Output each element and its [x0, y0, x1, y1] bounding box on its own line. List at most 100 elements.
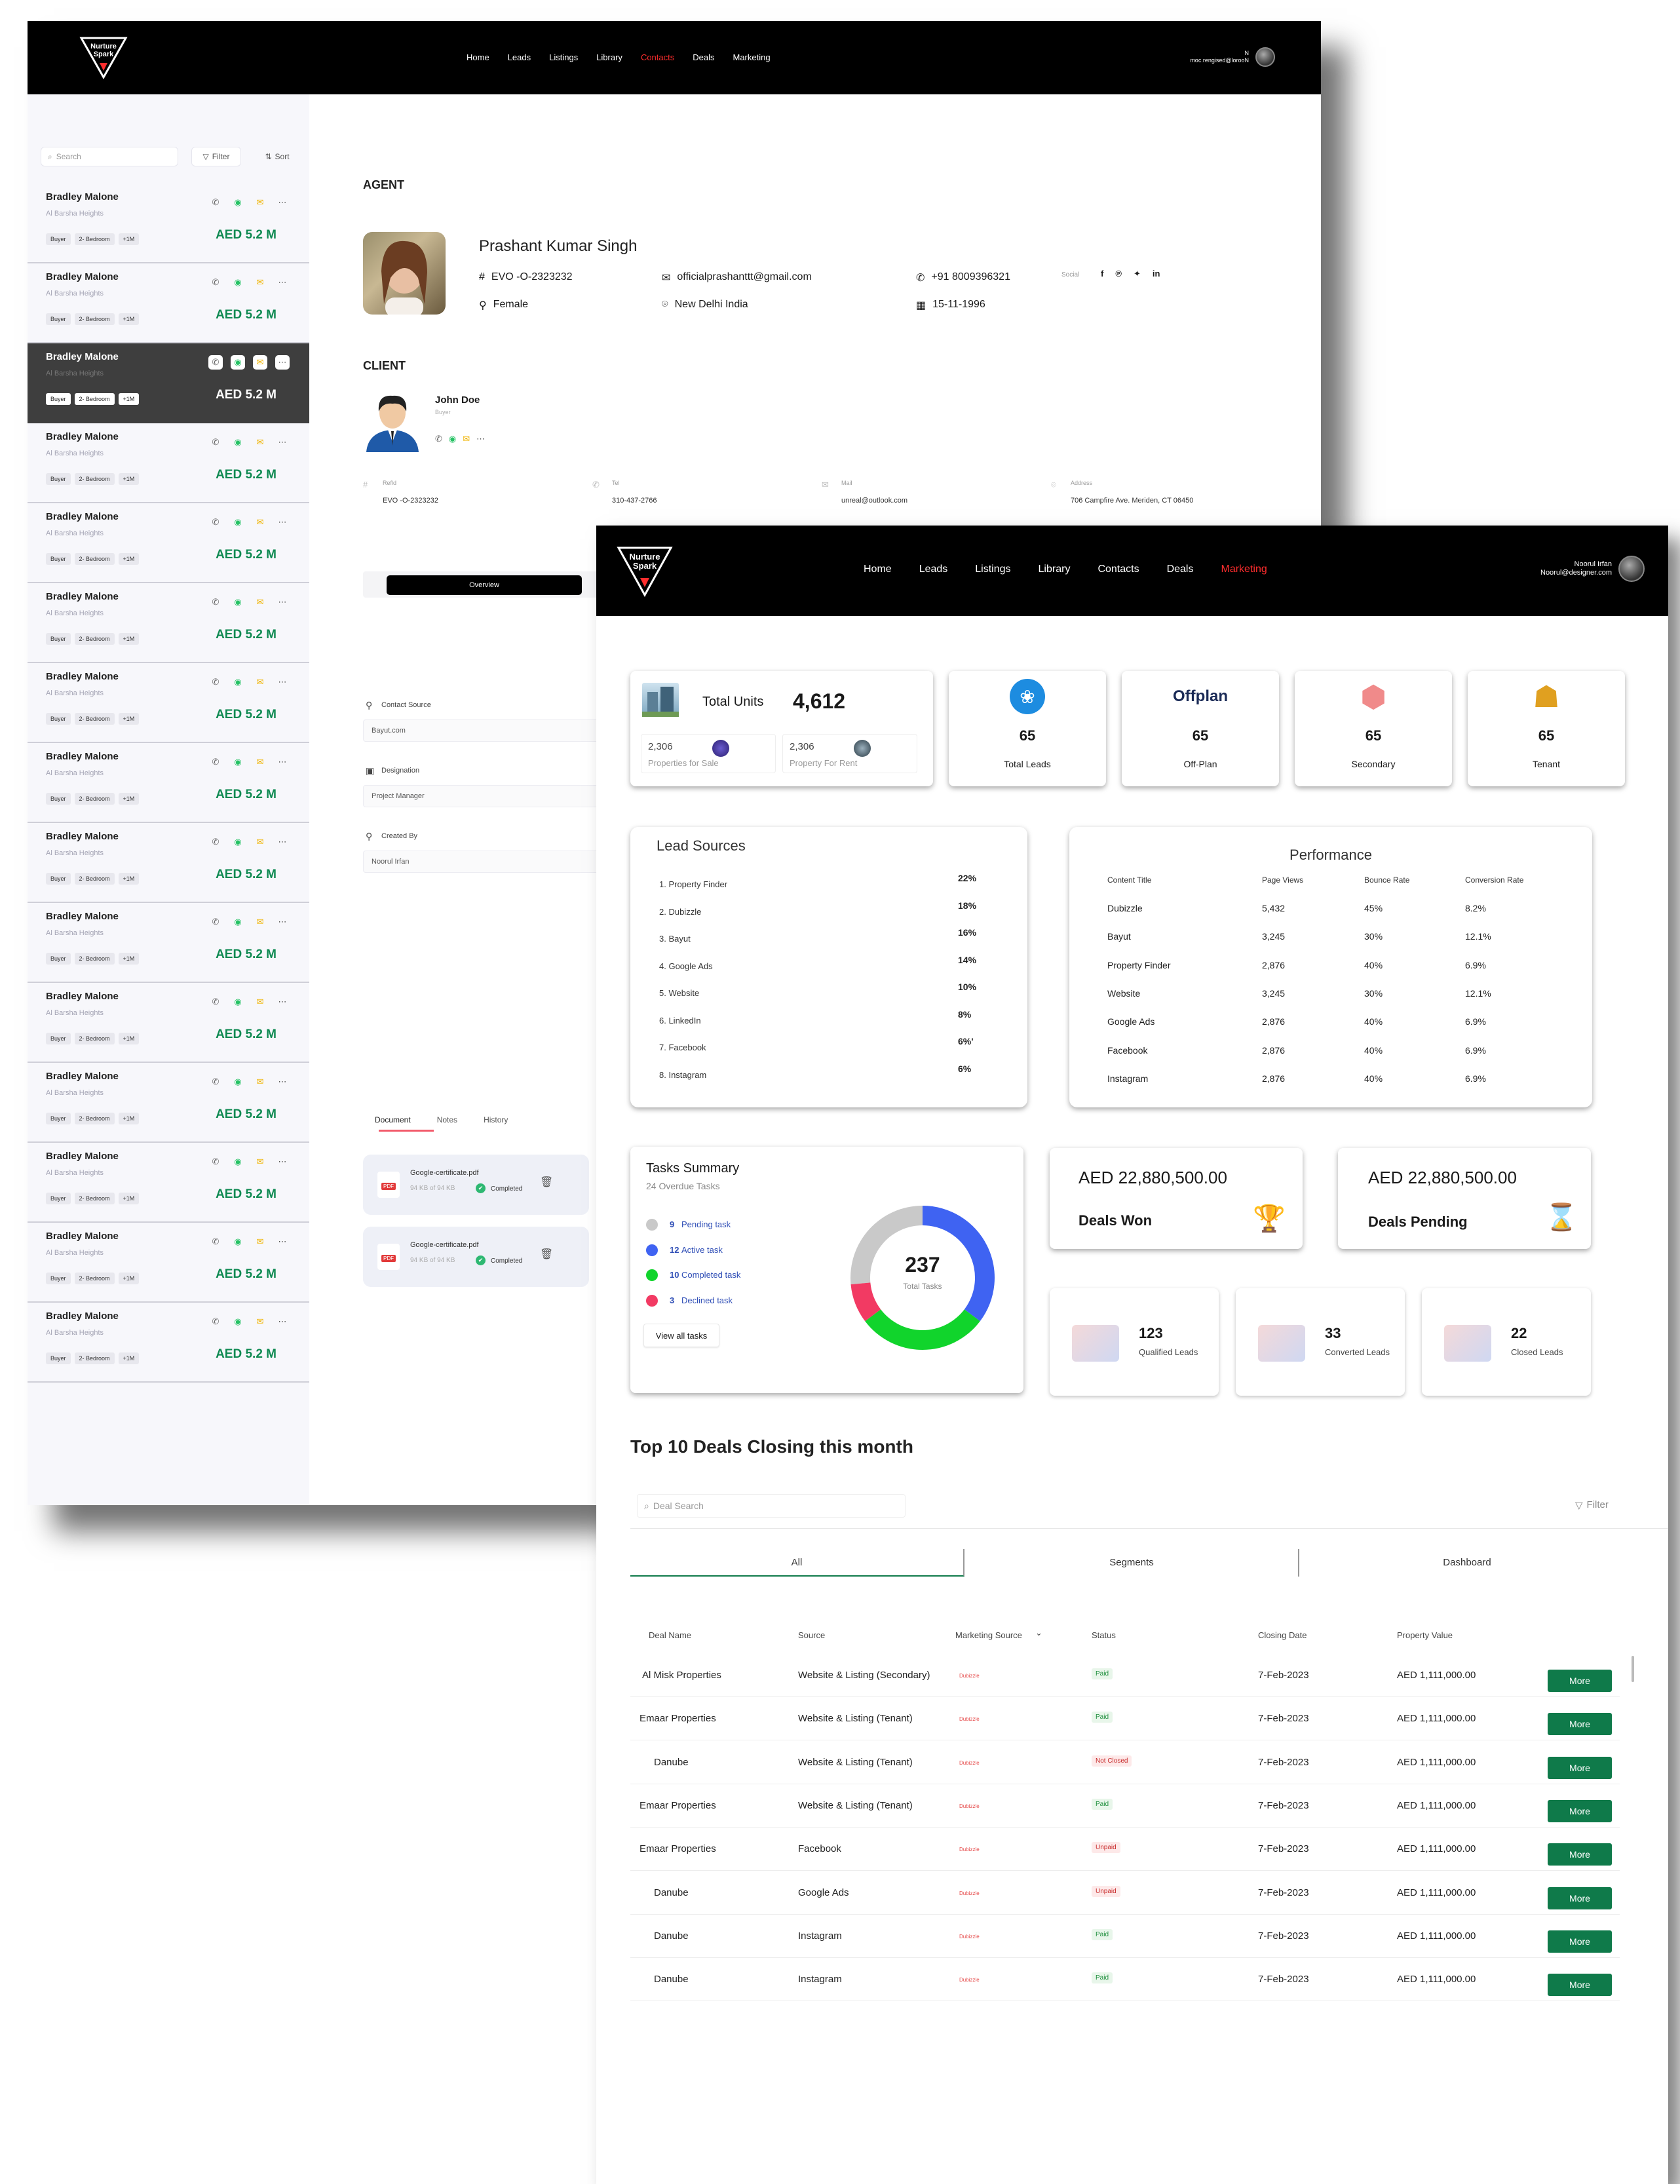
- facebook-icon[interactable]: f: [1101, 269, 1103, 279]
- whatsapp-icon[interactable]: ◉: [231, 595, 245, 609]
- user-menu[interactable]: Noorul Irfan Noorul@designer.com: [1540, 556, 1645, 582]
- view-all-tasks-button[interactable]: View all tasks: [643, 1324, 719, 1347]
- meta-value-field[interactable]: Bayut.com: [363, 719, 599, 742]
- more-button[interactable]: More: [1548, 1713, 1612, 1736]
- phone-icon[interactable]: ✆: [208, 1235, 223, 1249]
- contact-list-item[interactable]: Bradley Malone Al Barsha Heights Buyer 2- B…: [28, 583, 309, 663]
- stat-card[interactable]: ❀ 65 Total Leads: [949, 671, 1106, 786]
- pinterest-icon[interactable]: ℗: [1115, 269, 1122, 279]
- whatsapp-icon[interactable]: ◉: [231, 1155, 245, 1169]
- nav-item-listings[interactable]: Listings: [975, 564, 1010, 575]
- brand-logo[interactable]: Nurture Spark: [616, 545, 674, 598]
- contact-list-item[interactable]: Bradley Malone Al Barsha Heights Buyer 2- B…: [28, 903, 309, 983]
- contact-list-item[interactable]: Bradley Malone Al Barsha Heights Buyer 2- B…: [28, 423, 309, 503]
- more-button[interactable]: More: [1548, 1799, 1612, 1822]
- phone-icon[interactable]: ✆: [208, 835, 223, 849]
- more-button[interactable]: More: [1548, 1887, 1612, 1909]
- whatsapp-icon[interactable]: ◉: [231, 1235, 245, 1249]
- whatsapp-icon[interactable]: ◉: [231, 515, 245, 529]
- table-header-cell[interactable]: Marketing Source: [955, 1630, 1022, 1640]
- deals-filter-button[interactable]: ▽ Filter: [1575, 1499, 1609, 1511]
- nav-item-listings[interactable]: Listings: [549, 52, 578, 62]
- more-button[interactable]: More: [1548, 1756, 1612, 1779]
- mail-icon[interactable]: ✉: [463, 434, 470, 444]
- whatsapp-icon[interactable]: ◉: [231, 275, 245, 290]
- more-icon[interactable]: ⋯: [275, 755, 290, 769]
- whatsapp-icon[interactable]: ◉: [231, 1314, 245, 1329]
- more-button[interactable]: More: [1548, 1843, 1612, 1866]
- whatsapp-icon[interactable]: ◉: [231, 1075, 245, 1089]
- more-icon[interactable]: ⋯: [275, 355, 290, 370]
- table-row[interactable]: Danube Website & Listing (Tenant) Dubizzle…: [630, 1741, 1620, 1784]
- whatsapp-icon[interactable]: ◉: [231, 755, 245, 769]
- avatar[interactable]: [1255, 47, 1275, 67]
- nav-item-library[interactable]: Library: [596, 52, 622, 62]
- whatsapp-icon[interactable]: ◉: [231, 835, 245, 849]
- more-icon[interactable]: ⋯: [275, 195, 290, 210]
- document-card[interactable]: PDF Google-certificate.pdf 94 KB of 94 KB ✔…: [363, 1227, 589, 1287]
- nav-item-contacts[interactable]: Contacts: [641, 52, 674, 62]
- leads-summary-card[interactable]: 123 Qualified Leads: [1050, 1288, 1219, 1396]
- phone-icon[interactable]: ✆: [208, 355, 223, 370]
- table-row[interactable]: Emaar Properties Website & Listing (Tenan…: [630, 1784, 1620, 1828]
- whatsapp-icon[interactable]: ◉: [231, 435, 245, 450]
- phone-icon[interactable]: ✆: [208, 515, 223, 529]
- phone-icon[interactable]: ✆: [208, 675, 223, 689]
- avatar[interactable]: [1618, 556, 1645, 582]
- nav-item-leads[interactable]: Leads: [919, 564, 948, 575]
- mail-icon[interactable]: ✉: [253, 515, 267, 529]
- tab-all[interactable]: All: [630, 1549, 964, 1577]
- chevron-down-icon[interactable]: ⌄: [1035, 1628, 1042, 1638]
- whatsapp-icon[interactable]: ◉: [231, 995, 245, 1009]
- mail-icon[interactable]: ✉: [253, 1235, 267, 1249]
- more-button[interactable]: More: [1548, 1930, 1612, 1953]
- linkedin-icon[interactable]: in: [1153, 269, 1160, 279]
- contact-list-item[interactable]: Bradley Malone Al Barsha Heights Buyer 2- B…: [28, 1143, 309, 1223]
- contact-list-item[interactable]: Bradley Malone Al Barsha Heights Buyer 2- B…: [28, 1223, 309, 1303]
- tab-segments[interactable]: Segments: [965, 1549, 1299, 1577]
- more-icon[interactable]: ⋯: [275, 915, 290, 929]
- whatsapp-icon[interactable]: ◉: [231, 675, 245, 689]
- user-menu[interactable]: N moc.rengised@lorooN: [1190, 47, 1275, 67]
- contact-list-item[interactable]: Bradley Malone Al Barsha Heights Buyer 2- B…: [28, 343, 309, 423]
- phone-icon[interactable]: ✆: [208, 195, 223, 210]
- phone-icon[interactable]: ✆: [208, 1075, 223, 1089]
- nav-item-home[interactable]: Home: [864, 564, 892, 575]
- more-icon[interactable]: ⋯: [275, 1075, 290, 1089]
- leads-summary-card[interactable]: 22 Closed Leads: [1422, 1288, 1591, 1396]
- table-row[interactable]: Danube Instagram Dubizzle Paid 7-Feb-2023 AED…: [630, 1958, 1620, 2002]
- tab-history[interactable]: History: [484, 1115, 508, 1124]
- mail-icon[interactable]: ✉: [253, 275, 267, 290]
- meta-value-field[interactable]: Noorul Irfan: [363, 851, 599, 873]
- more-icon[interactable]: ⋯: [275, 275, 290, 290]
- contact-list-item[interactable]: Bradley Malone Al Barsha Heights Buyer 2- B…: [28, 983, 309, 1063]
- table-row[interactable]: Danube Instagram Dubizzle Paid 7-Feb-2023 AED…: [630, 1915, 1620, 1958]
- contact-list-item[interactable]: Bradley Malone Al Barsha Heights Buyer 2- B…: [28, 503, 309, 583]
- more-icon[interactable]: ⋯: [476, 434, 485, 444]
- brand-logo[interactable]: Nurture Spark: [79, 35, 128, 80]
- agent-phone[interactable]: ✆ +91 8009396321: [916, 271, 1010, 284]
- meta-value-field[interactable]: Project Manager: [363, 785, 599, 807]
- mail-icon[interactable]: ✉: [253, 435, 267, 450]
- trash-icon[interactable]: 🗑: [540, 1248, 553, 1261]
- nav-item-marketing[interactable]: Marketing: [1221, 564, 1267, 575]
- phone-icon[interactable]: ✆: [208, 995, 223, 1009]
- phone-icon[interactable]: ✆: [208, 435, 223, 450]
- tab-document[interactable]: Document: [375, 1115, 411, 1124]
- twitter-icon[interactable]: ✦: [1134, 269, 1141, 279]
- tab-notes[interactable]: Notes: [437, 1115, 457, 1124]
- phone-icon[interactable]: ✆: [435, 434, 442, 444]
- more-icon[interactable]: ⋯: [275, 595, 290, 609]
- filter-button[interactable]: ▽ Filter: [191, 147, 241, 166]
- more-icon[interactable]: ⋯: [275, 1155, 290, 1169]
- nav-item-leads[interactable]: Leads: [508, 52, 531, 62]
- agent-email[interactable]: ✉ officialprashanttt@gmail.com: [662, 271, 812, 284]
- whatsapp-icon[interactable]: ◉: [449, 434, 456, 444]
- mail-icon[interactable]: ✉: [253, 1075, 267, 1089]
- nav-item-contacts[interactable]: Contacts: [1098, 564, 1139, 575]
- mail-icon[interactable]: ✉: [253, 595, 267, 609]
- whatsapp-icon[interactable]: ◉: [231, 915, 245, 929]
- table-scrollbar[interactable]: [1632, 1656, 1634, 1682]
- nav-item-marketing[interactable]: Marketing: [733, 52, 771, 62]
- tab-dashboard[interactable]: Dashboard: [1300, 1549, 1634, 1577]
